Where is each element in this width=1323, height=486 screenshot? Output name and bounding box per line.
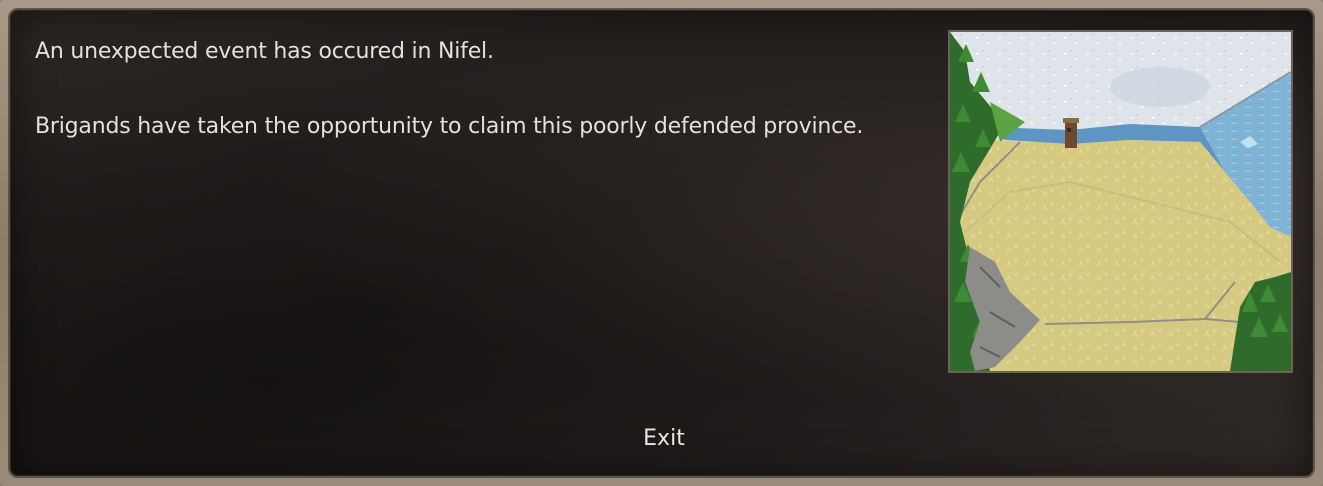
event-description-line-2: Brigands have taken the opportunity to c… (35, 114, 864, 139)
province-map-illustration (948, 30, 1293, 373)
tower-icon (1063, 118, 1079, 148)
exit-button[interactable]: Exit (614, 420, 714, 456)
map-graphic (950, 32, 1291, 371)
event-description-line-1: An unexpected event has occured in Nifel… (35, 39, 494, 64)
